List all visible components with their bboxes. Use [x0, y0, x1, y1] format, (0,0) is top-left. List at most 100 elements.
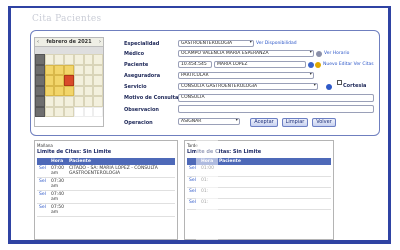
calendar-day[interactable] — [35, 64, 45, 75]
calendar-day[interactable] — [73, 54, 84, 65]
paciente-cell — [217, 165, 331, 177]
calendar-day[interactable] — [73, 64, 84, 75]
calendar-day[interactable] — [64, 54, 74, 65]
paciente-search-icon[interactable] — [308, 62, 314, 68]
calendar-day[interactable] — [35, 75, 45, 86]
calendar-header: ‹ febrero de 2021 › — [35, 38, 103, 47]
calendar-day[interactable] — [44, 64, 55, 75]
calendar-day[interactable] — [54, 106, 65, 117]
calendar-day[interactable] — [64, 85, 74, 96]
calendar-day[interactable] — [93, 64, 103, 75]
medico-label: Médico — [124, 51, 145, 57]
paciente-cell — [67, 203, 175, 217]
calendar-day[interactable] — [35, 54, 45, 65]
select-link[interactable]: Sel — [37, 203, 49, 217]
window-frame-top — [8, 6, 391, 8]
manana-caption: Mañana — [37, 143, 53, 148]
paciente-cell — [217, 176, 331, 188]
calendar-day[interactable] — [83, 85, 94, 96]
aseguradora-label: Aseguradora — [124, 73, 161, 79]
calendar-day[interactable] — [93, 85, 103, 96]
calendar-day[interactable] — [83, 64, 94, 75]
weekday-label — [35, 47, 45, 54]
calendar-day[interactable] — [54, 54, 65, 65]
calendar-day[interactable] — [44, 54, 55, 65]
calendar-day[interactable] — [64, 75, 74, 86]
weekday-label — [84, 47, 94, 54]
calendar-day[interactable] — [73, 85, 84, 96]
paciente-name-input[interactable]: MARIA LOPEZ — [214, 61, 306, 68]
paciente-label: Paciente — [124, 62, 149, 68]
servicio-label: Servicio — [124, 84, 147, 90]
calendar-day[interactable] — [93, 96, 103, 107]
cortesia-checkbox[interactable] — [337, 80, 342, 85]
calendar-day[interactable] — [93, 75, 103, 86]
calendar-day[interactable] — [73, 106, 84, 117]
calendar-day[interactable] — [44, 106, 55, 117]
servicio-info-icon[interactable] — [326, 84, 332, 90]
aseguradora-select[interactable]: PARTICULAR — [178, 72, 314, 79]
calendar-day[interactable] — [35, 96, 45, 107]
paciente-add-icon[interactable] — [315, 62, 321, 68]
especialidad-select[interactable]: GASTROENTEROLOGIA — [178, 40, 254, 47]
panel-gap-overlay — [196, 140, 218, 240]
calendar-day[interactable] — [83, 96, 94, 107]
observacion-input[interactable] — [178, 105, 374, 113]
weekday-label — [54, 47, 64, 54]
medico-select[interactable]: OCAMPO VALENCIA MARIA ESPERANZA — [178, 50, 314, 57]
calendar-day[interactable] — [35, 85, 45, 96]
operacion-select[interactable]: ASIGNAR — [178, 118, 240, 125]
calendar-day-grid — [35, 54, 103, 117]
calendar-day[interactable] — [73, 75, 84, 86]
motivo-input[interactable]: CONSULTA — [178, 94, 374, 102]
calendar-day[interactable] — [54, 96, 65, 107]
paciente-actions-link[interactable]: Nuevo Editar Ver Citas — [323, 62, 374, 67]
medico-search-icon[interactable] — [316, 51, 322, 57]
ver-disponibilidad-link[interactable]: Ver Disponibilidad — [256, 41, 297, 46]
observacion-label: Observacion — [124, 107, 159, 113]
limpiar-button[interactable]: Limpiar — [282, 118, 308, 127]
column-header — [37, 158, 49, 165]
volver-button[interactable]: Volver — [312, 118, 336, 127]
calendar-day[interactable] — [93, 106, 103, 117]
date-picker-calendar[interactable]: ‹ febrero de 2021 › — [34, 37, 104, 127]
calendar-day[interactable] — [54, 64, 65, 75]
paciente-id-input[interactable]: 10.454.545 — [178, 61, 212, 68]
calendar-day[interactable] — [44, 75, 55, 86]
calendar-day[interactable] — [83, 75, 94, 86]
paciente-cell — [67, 190, 175, 204]
weekday-label — [45, 47, 55, 54]
column-header-paciente: Paciente — [67, 158, 175, 165]
calendar-day[interactable] — [44, 85, 55, 96]
calendar-next-month-icon[interactable]: › — [99, 39, 101, 45]
paciente-cell — [217, 198, 331, 210]
paciente-cell — [67, 177, 175, 191]
select-link[interactable]: Sel — [37, 190, 49, 204]
hora-cell: 07:40 am — [49, 190, 67, 204]
calendar-day[interactable] — [35, 106, 45, 117]
especialidad-label: Especialidad — [124, 41, 160, 47]
table-row: Sel 07:40 am — [37, 190, 175, 204]
calendar-day[interactable] — [64, 64, 74, 75]
operacion-label: Operacion — [124, 120, 153, 126]
table-row: Sel 07:30 am — [37, 177, 175, 191]
calendar-day[interactable] — [64, 106, 74, 117]
calendar-day[interactable] — [73, 96, 84, 107]
calendar-day[interactable] — [44, 96, 55, 107]
calendar-day[interactable] — [54, 85, 65, 96]
manana-appointments-table: Hora Paciente Sel 07:00 am CITADO - SA: … — [37, 158, 175, 217]
calendar-prev-month-icon[interactable]: ‹ — [37, 39, 39, 45]
calendar-day[interactable] — [54, 75, 65, 86]
ver-horario-link[interactable]: Ver Horario — [324, 51, 349, 56]
weekday-label — [64, 47, 74, 54]
select-link[interactable]: Sel — [37, 165, 49, 178]
aceptar-button[interactable]: Aceptar — [250, 118, 278, 127]
calendar-day[interactable] — [93, 54, 103, 65]
paciente-cell: CITADO - SA: MARIA LOPEZ - CONSULTA GAST… — [67, 165, 175, 178]
calendar-day[interactable] — [64, 96, 74, 107]
select-link[interactable]: Sel — [37, 177, 49, 191]
servicio-select[interactable]: CONSULTA GASTROENTEROLOGIA — [178, 83, 318, 90]
calendar-day[interactable] — [83, 106, 94, 117]
calendar-day[interactable] — [83, 54, 94, 65]
weekday-label — [74, 47, 84, 54]
